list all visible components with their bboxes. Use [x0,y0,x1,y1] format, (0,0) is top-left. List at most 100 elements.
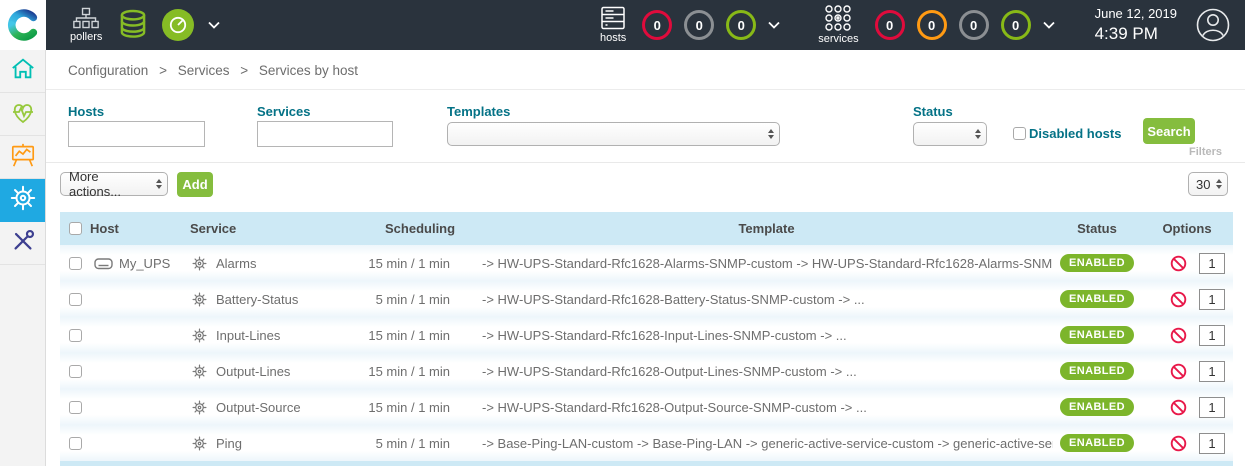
template-chain: -> HW-UPS-Standard-Rfc1628-Output-Lines-… [480,364,1053,379]
col-service: Service [190,221,365,236]
duplicate-count-input[interactable] [1199,325,1225,346]
disable-icon[interactable] [1170,255,1187,272]
disabled-hosts-checkbox-row[interactable]: Disabled hosts [1013,126,1121,141]
services-unknown-badge[interactable]: 0 [959,10,989,40]
scheduling-value: 5 min / 1 min [365,436,480,451]
table-footer-strip [60,461,1233,466]
chevron-down-icon [768,21,780,29]
status-badge: ENABLED [1060,434,1134,452]
services-filter-label: Services [257,104,311,119]
sidebar-item-reporting[interactable] [0,136,45,179]
status-badge: ENABLED [1060,326,1134,344]
latency-status[interactable] [162,9,194,41]
hosts-down-badge[interactable]: 0 [642,10,672,40]
actions-bar: More actions... Add 30 [46,163,1245,205]
status-filter-select[interactable] [913,122,987,146]
user-icon [1195,7,1231,43]
col-status: Status [1053,221,1141,236]
service-name[interactable]: Output-Lines [216,364,290,379]
duplicate-count-input[interactable] [1199,253,1225,274]
status-badge: ENABLED [1060,398,1134,416]
row-checkbox[interactable] [69,401,82,414]
scheduling-value: 15 min / 1 min [365,364,480,379]
host-name[interactable]: My_UPS [119,256,170,271]
status-badge: ENABLED [1060,254,1134,272]
scheduling-value: 15 min / 1 min [365,256,480,271]
hosts-unreachable-badge[interactable]: 0 [684,10,714,40]
user-menu[interactable] [1195,7,1231,43]
select-arrows-icon [768,129,774,139]
hosts-menu-chevron[interactable] [768,21,780,29]
sidebar-item-administration[interactable] [0,222,45,265]
hosts-filter-input[interactable] [68,121,205,147]
services-table: Host Service Scheduling Template Status … [60,212,1233,461]
sidebar-item-configuration[interactable] [0,179,45,222]
services-menu-chevron[interactable] [1043,21,1055,29]
row-checkbox[interactable] [69,329,82,342]
service-name[interactable]: Battery-Status [216,292,298,307]
breadcrumb-configuration[interactable]: Configuration [68,63,148,78]
pollers-status[interactable]: pollers [70,7,102,43]
service-name[interactable]: Input-Lines [216,328,280,343]
service-name[interactable]: Ping [216,436,242,451]
sidebar-item-home[interactable] [0,50,45,93]
disable-icon[interactable] [1170,327,1187,344]
services-status[interactable]: services [818,5,858,45]
hosts-status[interactable]: hosts [600,6,626,44]
top-header: pollers [0,0,1245,50]
service-name[interactable]: Alarms [216,256,256,271]
clock: June 12, 2019 4:39 PM [1095,6,1177,44]
service-gear-icon [192,328,207,343]
duplicate-count-input[interactable] [1199,433,1225,454]
gauge-icon [168,15,188,35]
database-icon [118,9,148,41]
disable-icon[interactable] [1170,435,1187,452]
col-host: Host [90,221,190,236]
duplicate-count-input[interactable] [1199,361,1225,382]
sidebar-nav [0,50,46,466]
col-scheduling: Scheduling [365,221,480,236]
services-critical-badge[interactable]: 0 [875,10,905,40]
row-checkbox[interactable] [69,437,82,450]
status-badge: ENABLED [1060,362,1134,380]
pollers-label: pollers [70,32,102,43]
disabled-hosts-checkbox[interactable] [1013,127,1026,140]
scheduling-value: 15 min / 1 min [365,400,480,415]
duplicate-count-input[interactable] [1199,397,1225,418]
services-ok-badge[interactable]: 0 [1001,10,1031,40]
disable-icon[interactable] [1170,291,1187,308]
col-template: Template [480,221,1053,236]
templates-filter-select[interactable] [447,122,780,146]
table-row: Output-Source 15 min / 1 min -> HW-UPS-S… [60,389,1233,425]
chevron-down-icon [208,21,220,29]
breadcrumb-services[interactable]: Services [178,63,230,78]
current-date: June 12, 2019 [1095,6,1177,22]
database-status[interactable] [118,9,148,41]
disable-icon[interactable] [1170,399,1187,416]
service-name[interactable]: Output-Source [216,400,301,415]
status-filter-label: Status [913,104,953,119]
row-checkbox[interactable] [69,257,82,270]
chevron-down-icon [1043,21,1055,29]
page-size-value: 30 [1196,177,1210,192]
disable-icon[interactable] [1170,363,1187,380]
page-size-select[interactable]: 30 [1188,172,1228,196]
services-filter-input[interactable] [257,121,393,147]
duplicate-count-input[interactable] [1199,289,1225,310]
breadcrumb: Configuration > Services > Services by h… [46,50,1245,90]
poller-menu-chevron[interactable] [208,21,220,29]
hosts-up-badge[interactable]: 0 [726,10,756,40]
filter-bar: Hosts Services Templates Status Disabled… [46,90,1245,163]
more-actions-select[interactable]: More actions... [60,172,168,196]
table-row: Output-Lines 15 min / 1 min -> HW-UPS-St… [60,353,1233,389]
search-button[interactable]: Search [1143,118,1195,144]
select-all-checkbox[interactable] [69,222,82,235]
add-button[interactable]: Add [177,172,213,197]
sidebar-item-monitoring[interactable] [0,93,45,136]
services-warning-badge[interactable]: 0 [917,10,947,40]
row-checkbox[interactable] [69,293,82,306]
current-time: 4:39 PM [1095,23,1177,44]
breadcrumb-separator: > [159,63,167,78]
centreon-logo[interactable] [0,0,46,50]
row-checkbox[interactable] [69,365,82,378]
